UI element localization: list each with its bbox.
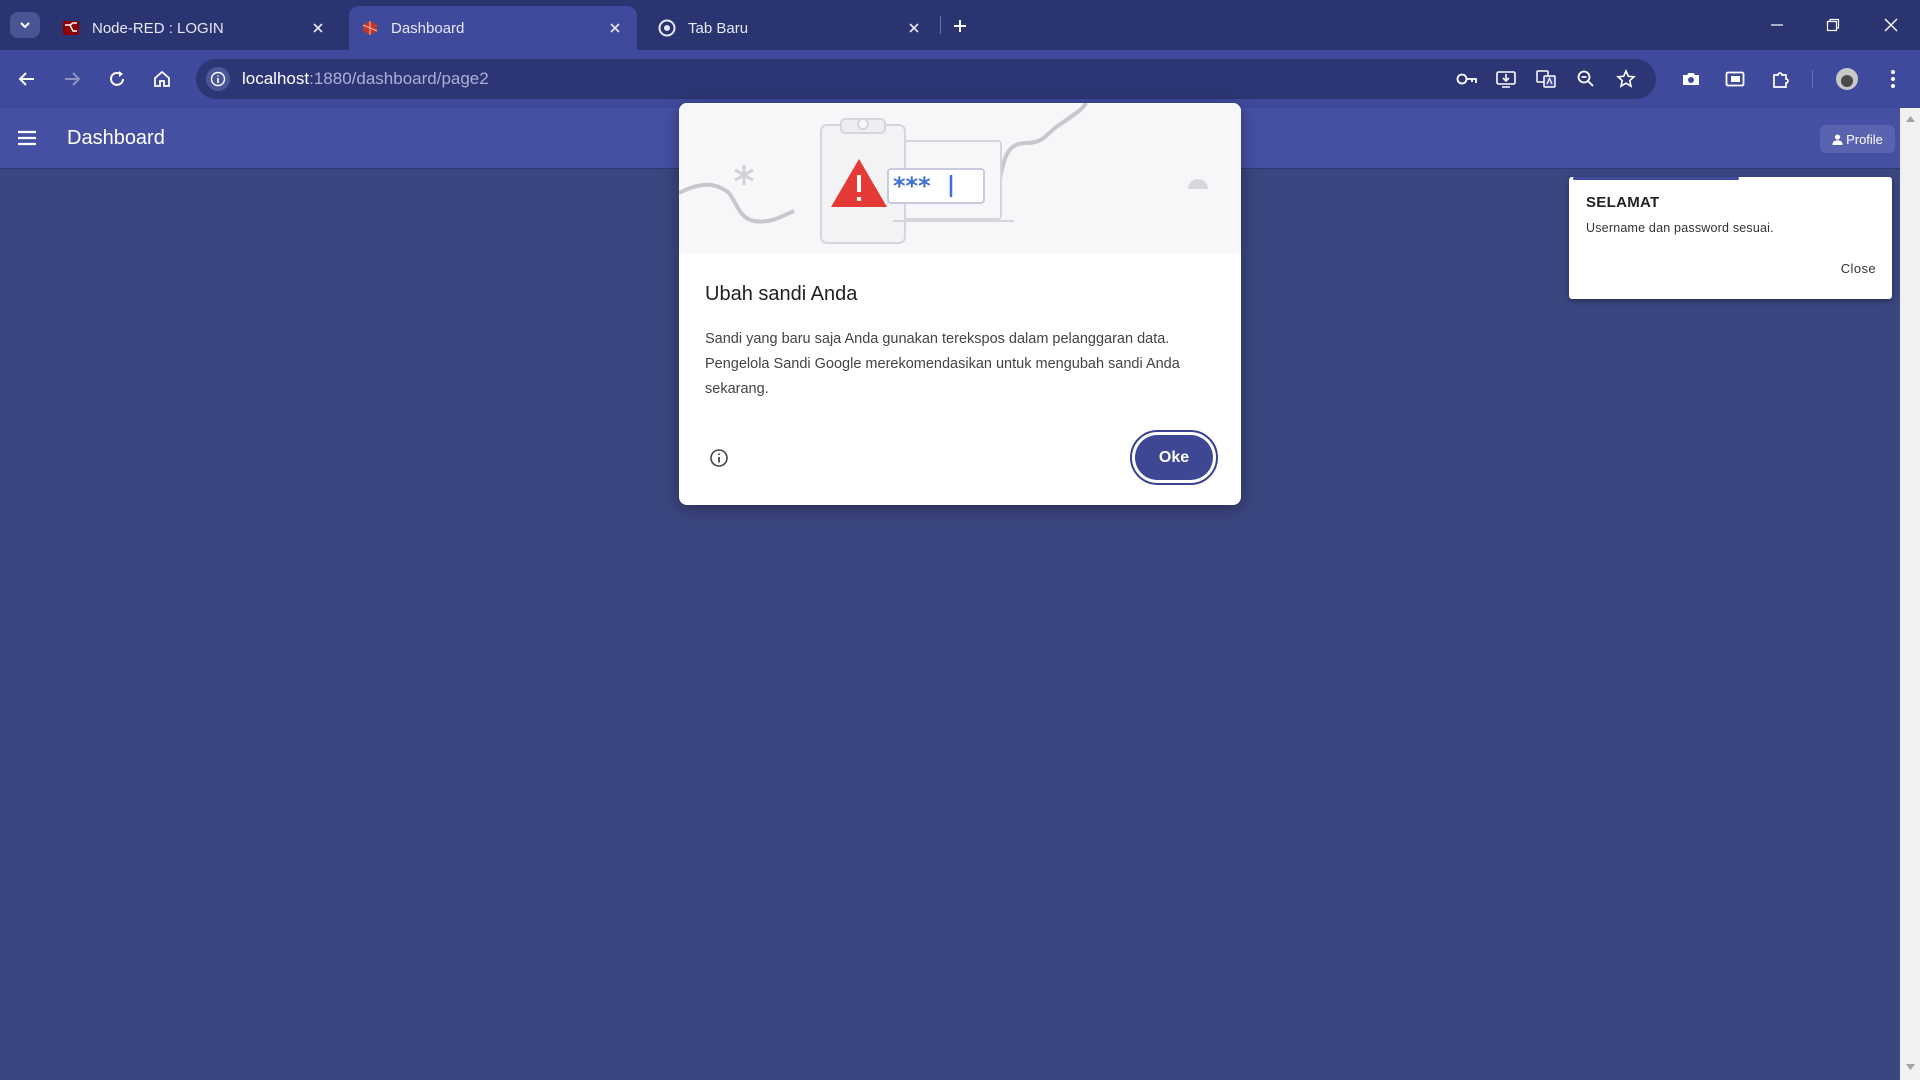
site-info-button[interactable] (206, 67, 230, 91)
page-title: Dashboard (67, 127, 165, 149)
url-host: localhost (242, 69, 310, 88)
picture-in-picture-icon (1725, 71, 1745, 87)
avatar-icon (1836, 68, 1858, 90)
menu-button[interactable] (14, 126, 40, 150)
url-path: :1880/dashboard/page2 (309, 69, 489, 88)
browser-tab-strip: Node-RED : LOGIN Dashboard Tab Baru (0, 0, 1920, 50)
triangle-up-icon (1905, 116, 1915, 122)
key-icon (1456, 73, 1477, 85)
tab-dashboard[interactable]: Dashboard (349, 6, 637, 50)
reload-button[interactable] (102, 64, 132, 94)
chevron-down-icon (20, 22, 30, 29)
illustration-graphic: *** (679, 103, 1208, 244)
close-icon[interactable] (605, 18, 625, 38)
tab-title: Dashboard (391, 19, 465, 37)
install-app-button[interactable] (1493, 67, 1519, 91)
toast-close-button[interactable]: Close (1841, 261, 1876, 276)
ok-button[interactable]: Oke (1130, 430, 1218, 485)
new-tab-button[interactable] (946, 12, 974, 40)
reload-icon (110, 71, 124, 86)
person-icon (1832, 133, 1843, 145)
info-icon (710, 449, 728, 467)
restore-button[interactable] (1818, 12, 1848, 38)
arrow-right-icon (65, 72, 81, 86)
home-icon (154, 70, 170, 87)
restore-icon (1826, 18, 1840, 32)
puzzle-icon (1773, 72, 1789, 88)
close-icon[interactable] (904, 18, 924, 38)
install-icon (1496, 71, 1516, 88)
minimize-button[interactable] (1762, 12, 1792, 38)
profile-button[interactable]: Profile (1820, 125, 1895, 153)
toast-message: Username dan password sesuai. (1586, 221, 1774, 235)
address-bar[interactable]: localhost:1880/dashboard/page2 (196, 59, 1656, 99)
chrome-icon (658, 19, 676, 37)
tab-search-button[interactable] (10, 12, 40, 38)
dashboard-favicon-icon (361, 19, 379, 37)
close-window-button[interactable] (1876, 12, 1906, 38)
page-scrollbar[interactable] (1900, 108, 1920, 1080)
close-icon (1884, 18, 1898, 32)
node-red-icon (62, 19, 80, 37)
star-icon (1616, 69, 1636, 88)
plus-icon (954, 20, 966, 32)
profile-avatar-button[interactable] (1832, 64, 1862, 94)
info-icon (210, 71, 226, 87)
password-breach-illustration: *** (679, 103, 1241, 253)
url-text[interactable]: localhost:1880/dashboard/page2 (242, 69, 489, 89)
extensions-button[interactable] (1766, 64, 1796, 94)
toolbar-divider (1812, 70, 1813, 88)
change-password-dialog: *** Ubah sandi Anda Sandi yang baru saja… (679, 103, 1241, 505)
dialog-info-button[interactable] (708, 447, 730, 469)
bookmark-button[interactable] (1613, 67, 1639, 91)
profile-label: Profile (1846, 131, 1883, 147)
browser-menu-button[interactable] (1878, 64, 1908, 94)
forward-button[interactable] (57, 64, 87, 94)
minimize-icon (1771, 24, 1783, 26)
scroll-up-arrow[interactable] (1905, 114, 1915, 124)
picture-in-picture-button[interactable] (1720, 64, 1750, 94)
arrow-left-icon (18, 72, 34, 86)
triangle-down-icon (1905, 1064, 1915, 1070)
dialog-title: Ubah sandi Anda (705, 283, 858, 305)
masked-password-text: *** (893, 172, 931, 200)
browser-toolbar: localhost:1880/dashboard/page2 (0, 50, 1920, 108)
password-key-button[interactable] (1454, 67, 1480, 91)
tab-new-tab[interactable]: Tab Baru (646, 6, 936, 50)
camera-icon (1683, 73, 1699, 85)
home-button[interactable] (147, 64, 177, 94)
hamburger-icon (18, 130, 36, 146)
scroll-down-arrow[interactable] (1905, 1062, 1915, 1072)
screenshot-extension-button[interactable] (1676, 64, 1706, 94)
back-button[interactable] (12, 64, 42, 94)
tab-separator (940, 16, 941, 34)
ok-button-label: Oke (1135, 435, 1213, 480)
toast-progress-bar (1573, 177, 1739, 180)
translate-button[interactable] (1533, 67, 1559, 91)
tab-title: Node-RED : LOGIN (92, 19, 224, 37)
toast-title: SELAMAT (1586, 194, 1660, 211)
zoom-out-icon (1577, 70, 1594, 87)
dialog-message: Sandi yang baru saja Anda gunakan tereks… (705, 331, 1180, 397)
more-vertical-icon (1891, 70, 1895, 88)
tab-node-red-login[interactable]: Node-RED : LOGIN (50, 6, 340, 50)
tab-title: Tab Baru (688, 19, 749, 37)
notification-toast: SELAMAT Username dan password sesuai. Cl… (1569, 177, 1892, 299)
zoom-button[interactable] (1573, 67, 1599, 91)
close-icon[interactable] (308, 18, 328, 38)
translate-icon (1536, 70, 1556, 88)
